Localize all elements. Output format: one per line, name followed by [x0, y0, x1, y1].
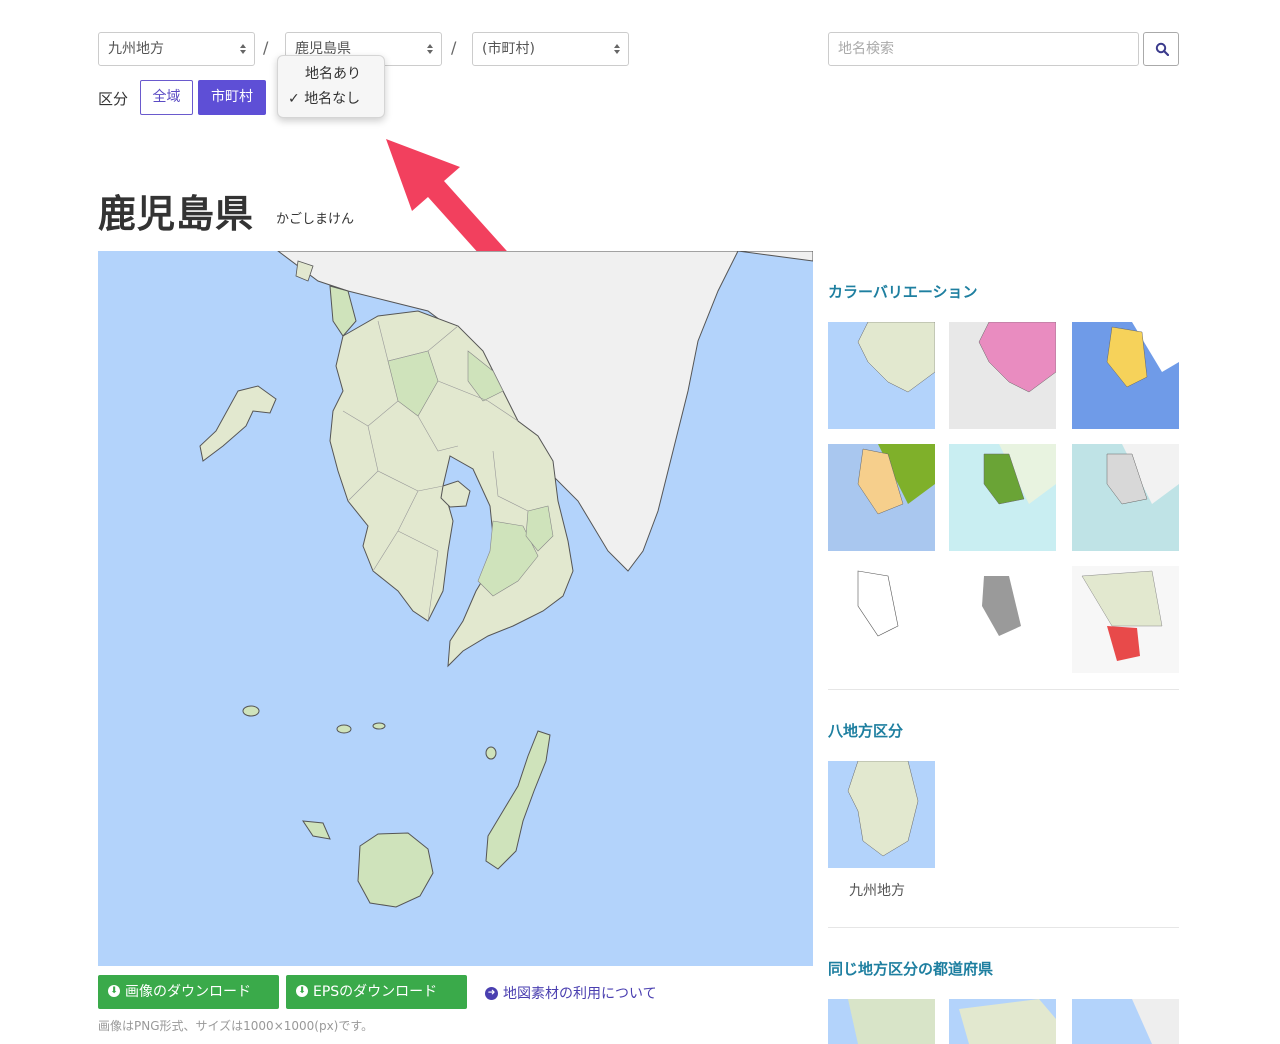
menu-item-label: 地名あり — [305, 66, 361, 82]
page-title-reading: かごしまけん — [276, 212, 355, 227]
color-variation-thumb[interactable] — [828, 322, 935, 429]
select-arrows-icon — [614, 44, 620, 54]
image-download-label: 画像のダウンロード — [125, 984, 251, 1000]
search-button[interactable] — [1143, 32, 1179, 66]
place-search-input[interactable]: 地名検索 — [828, 32, 1139, 66]
page-title: 鹿児島県 — [98, 192, 255, 236]
color-variation-thumb[interactable] — [828, 444, 935, 551]
breadcrumb-separator: / — [263, 38, 269, 57]
color-variation-thumb[interactable] — [1072, 566, 1179, 673]
download-icon: ⬇ — [108, 985, 120, 997]
breadcrumb-separator: / — [451, 38, 457, 57]
region-select[interactable]: 九州地方 — [98, 32, 255, 66]
eight-regions-heading: 八地方区分 — [828, 722, 904, 740]
color-variation-thumb[interactable] — [949, 566, 1056, 673]
usage-link-label: 地図素材の利用について — [503, 986, 657, 1002]
arrow-circle-right-icon: ➜ — [485, 986, 498, 1000]
download-icon: ⬇ — [296, 985, 308, 997]
color-variation-thumb[interactable] — [949, 444, 1056, 551]
menu-item-with-names[interactable]: 地名あり — [288, 62, 395, 86]
section-divider — [828, 689, 1179, 690]
kyushu-region-thumb[interactable] — [828, 761, 935, 868]
color-variation-thumb[interactable] — [828, 566, 935, 673]
image-download-button[interactable]: ⬇ 画像のダウンロード — [98, 975, 279, 1009]
menu-item-without-names[interactable]: ✓ 地名なし — [288, 87, 378, 111]
whole-area-button[interactable]: 全域 — [140, 80, 193, 115]
city-select[interactable]: (市町村) — [472, 32, 629, 66]
checkmark-icon: ✓ — [288, 91, 300, 107]
label-dropdown-menu: 地名あり ✓ 地名なし — [277, 55, 385, 118]
usage-link[interactable]: ➜ 地図素材の利用について — [485, 983, 657, 1003]
image-format-note: 画像はPNG形式、サイズは1000×1000(px)です。 — [98, 1019, 374, 1033]
search-placeholder: 地名検索 — [838, 41, 894, 57]
color-variation-thumb[interactable] — [949, 322, 1056, 429]
menu-item-label: 地名なし — [304, 91, 361, 107]
select-arrows-icon — [240, 44, 246, 54]
prefecture-thumb[interactable] — [1072, 999, 1179, 1044]
eps-download-label: EPSのダウンロード — [313, 984, 438, 1000]
color-variation-thumb[interactable] — [1072, 322, 1179, 429]
division-label: 区分 — [98, 90, 129, 108]
kagoshima-map — [98, 251, 813, 966]
eps-download-button[interactable]: ⬇ EPSのダウンロード — [286, 975, 467, 1009]
kyushu-region-caption[interactable]: 九州地方 — [849, 880, 905, 900]
region-select-value: 九州地方 — [108, 41, 164, 57]
color-variation-thumb[interactable] — [1072, 444, 1179, 551]
search-icon — [1155, 42, 1169, 56]
city-select-value: (市町村) — [482, 41, 535, 57]
municipality-button[interactable]: 市町村 — [198, 80, 266, 115]
prefecture-thumb[interactable] — [828, 999, 935, 1044]
color-variation-heading: カラーバリエーション — [828, 283, 978, 301]
select-arrows-icon — [427, 44, 433, 54]
prefecture-thumb[interactable] — [949, 999, 1056, 1044]
section-divider — [828, 927, 1179, 928]
same-region-heading: 同じ地方区分の都道府県 — [828, 960, 994, 978]
